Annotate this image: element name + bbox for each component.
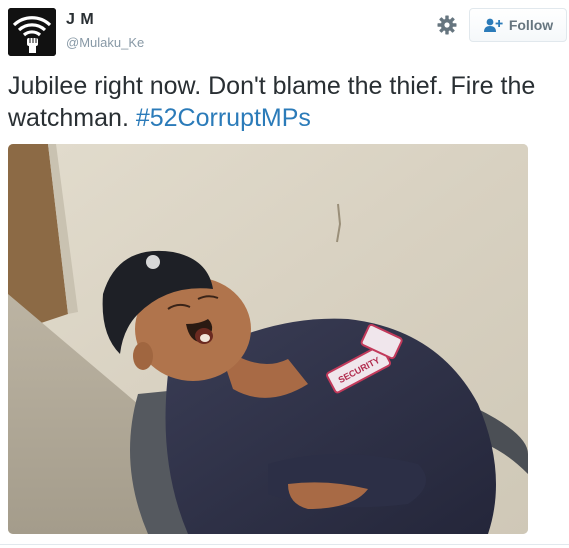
- tweet-text: Jubilee right now. Don't blame the thief…: [8, 70, 548, 134]
- tweet-card: J M @Mulaku_Ke Follow Jubilee right now.…: [0, 0, 569, 548]
- hashtag-link[interactable]: #52CorruptMPs: [136, 104, 311, 132]
- gear-icon[interactable]: [436, 14, 458, 36]
- avatar[interactable]: [8, 8, 56, 56]
- divider: [0, 544, 569, 545]
- tweet-photo[interactable]: SECURITY: [8, 144, 528, 534]
- user-name[interactable]: J M: [66, 11, 94, 29]
- add-user-icon: [483, 18, 503, 32]
- follow-button[interactable]: Follow: [469, 8, 567, 42]
- follow-button-label: Follow: [508, 17, 554, 33]
- sleeping-guard-image: SECURITY: [8, 144, 528, 534]
- wifi-fist-icon: [8, 8, 56, 56]
- user-handle[interactable]: @Mulaku_Ke: [66, 35, 144, 50]
